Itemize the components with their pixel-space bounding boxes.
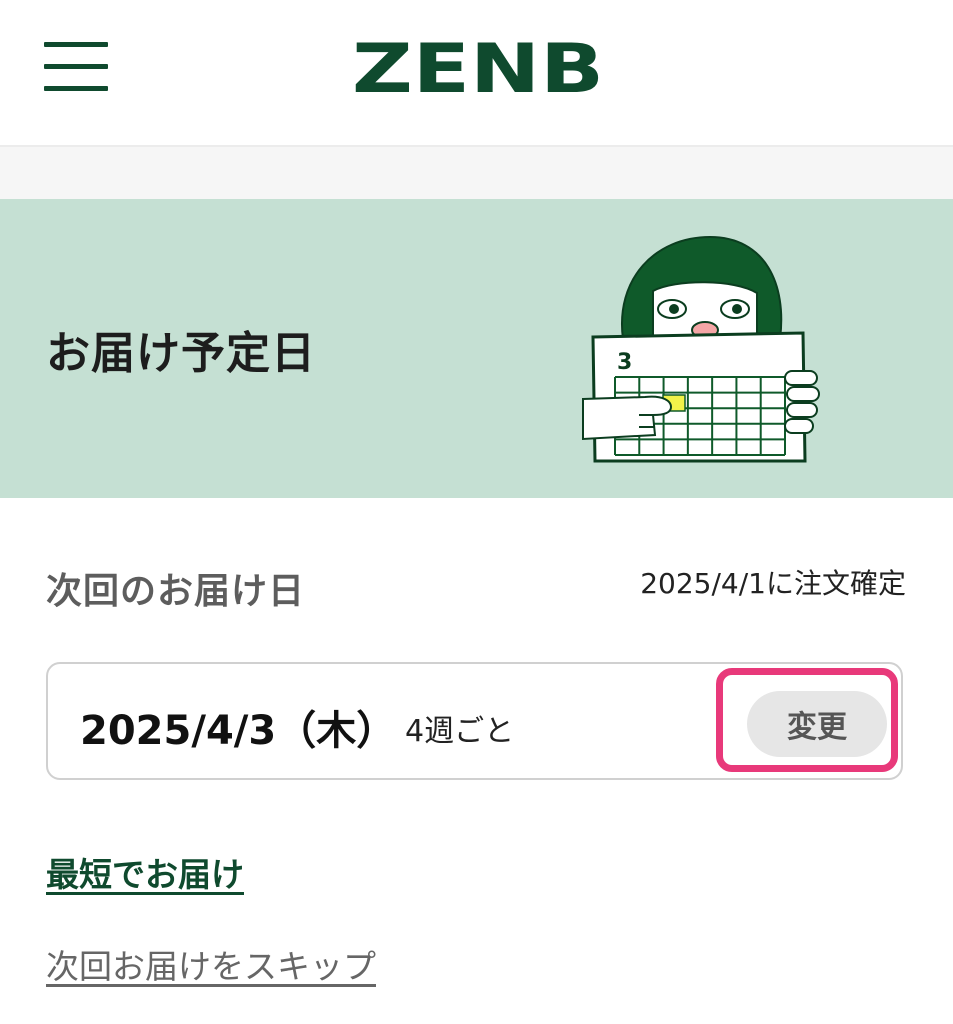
spacer-band	[0, 147, 953, 199]
calendar-month: 3	[617, 350, 632, 375]
skip-next-delivery-link[interactable]: 次回お届けをスキップ	[46, 940, 376, 988]
shortest-delivery-link[interactable]: 最短でお届け	[46, 848, 244, 896]
delivery-date: 2025/4/3（木）	[80, 708, 397, 754]
page-title: お届け予定日	[46, 328, 316, 379]
change-button-highlight: 変更	[716, 668, 898, 772]
order-confirm-date: 2025/4/1に注文確定	[640, 567, 906, 600]
logo-text: ZENB	[352, 34, 604, 102]
zenb-logo[interactable]: ZENB	[348, 34, 608, 102]
person-holding-calendar-illustration: 3	[582, 235, 820, 463]
delivery-date-card: 2025/4/3（木） 4週ごと 変更	[46, 662, 903, 780]
delivery-cycle: 4週ごと	[405, 714, 515, 749]
next-delivery-label: 次回のお届け日	[46, 571, 306, 612]
hero-banner: お届け予定日 3	[0, 199, 953, 498]
change-button[interactable]: 変更	[747, 691, 887, 757]
app-header: ZENB	[0, 0, 953, 147]
hamburger-menu-icon[interactable]	[44, 40, 108, 94]
